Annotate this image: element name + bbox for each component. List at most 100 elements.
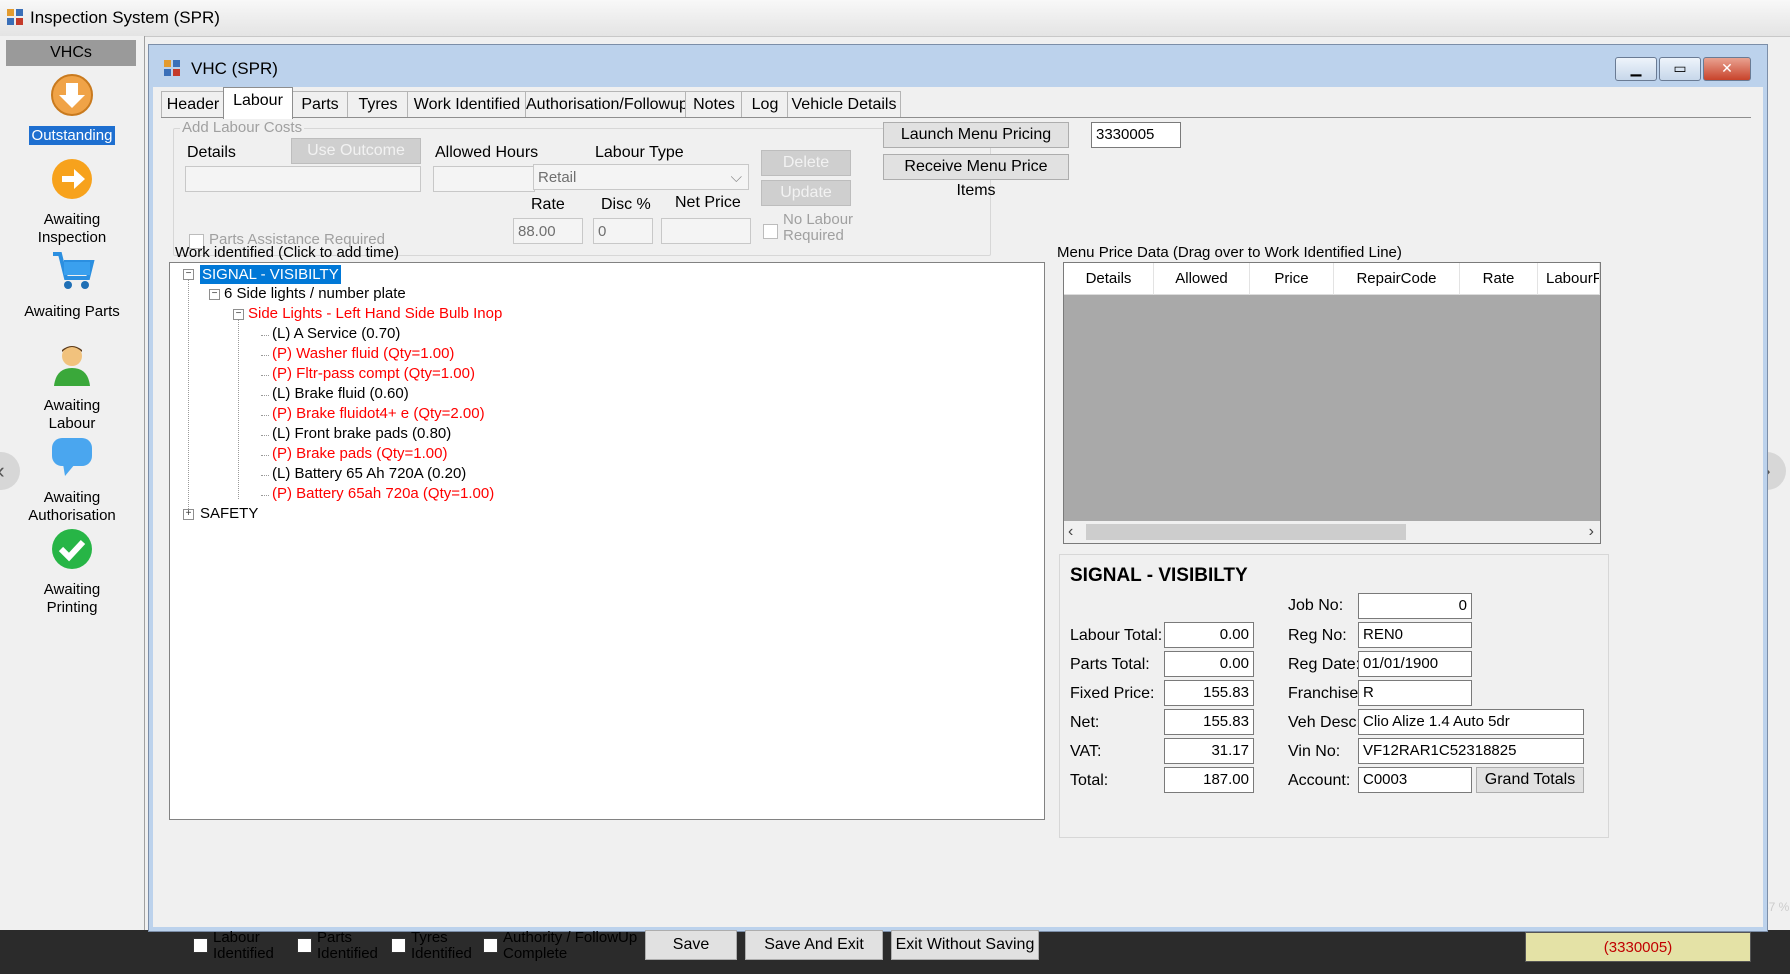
tree-line[interactable]: (L) Brake fluid (0.60): [272, 385, 409, 402]
scrollbar-thumb[interactable]: [1086, 524, 1406, 540]
green-check-icon: [52, 529, 92, 569]
tree-line[interactable]: (L) Battery 65 Ah 720A (0.20): [272, 465, 466, 482]
disc-field[interactable]: 0: [593, 218, 653, 244]
allowed-hours-field[interactable]: [433, 166, 535, 192]
sidebar-header[interactable]: VHCs: [6, 40, 136, 66]
update-button[interactable]: Update: [761, 180, 851, 206]
total-field[interactable]: 187.00: [1164, 767, 1254, 793]
receive-menu-price-items-button[interactable]: Receive Menu Price Items: [883, 154, 1069, 199]
labour-identified-checkbox[interactable]: [193, 938, 208, 953]
tab-vehicle-details[interactable]: Vehicle Details: [787, 91, 901, 118]
rate-label: Rate: [531, 196, 565, 213]
tree-line[interactable]: (L) Front brake pads (0.80): [272, 425, 451, 442]
scroll-right-icon[interactable]: ›: [1589, 521, 1594, 543]
net-field[interactable]: 155.83: [1164, 709, 1254, 735]
authority-complete-checkbox[interactable]: [483, 938, 498, 953]
launch-menu-pricing-button[interactable]: Launch Menu Pricing: [883, 122, 1069, 148]
column-header[interactable]: Details: [1064, 263, 1154, 295]
labour-type-select[interactable]: Retail ⌵: [533, 164, 749, 190]
tab-notes[interactable]: Notes: [685, 91, 743, 118]
tab-log[interactable]: Log: [741, 91, 789, 118]
tree-line[interactable]: (P) Brake fluidot4+ e (Qty=2.00): [272, 405, 485, 422]
collapse-icon[interactable]: −: [209, 289, 220, 300]
vin-no-field[interactable]: VF12RAR1C52318825: [1358, 738, 1584, 764]
reg-no-field[interactable]: REN0: [1358, 622, 1472, 648]
save-and-exit-button[interactable]: Save And Exit: [745, 930, 883, 960]
use-outcome-button[interactable]: Use Outcome: [291, 138, 421, 164]
exit-without-saving-button[interactable]: Exit Without Saving: [891, 930, 1039, 960]
job-no-label: Job No:: [1288, 597, 1344, 614]
sidebar-item-awaiting-parts[interactable]: Awaiting Parts: [0, 248, 144, 321]
tree-line[interactable]: (P) Fltr-pass compt (Qty=1.00): [272, 365, 475, 382]
tyres-identified-line-2: Identified: [411, 945, 472, 962]
save-button[interactable]: Save: [645, 930, 737, 960]
collapse-icon[interactable]: −: [183, 269, 194, 280]
job-no-field[interactable]: 0: [1358, 593, 1472, 619]
tree-line[interactable]: (P) Brake pads (Qty=1.00): [272, 445, 448, 462]
column-header[interactable]: LabourF: [1538, 263, 1600, 295]
work-identified-tree[interactable]: − SIGNAL - VISIBILTY − 6 Side lights / n…: [169, 262, 1045, 820]
tab-labour[interactable]: Labour: [223, 87, 293, 119]
tab-work-identified[interactable]: Work Identified: [407, 91, 527, 118]
net-price-field[interactable]: [661, 218, 751, 244]
vat-label: VAT:: [1070, 743, 1102, 760]
sidebar-item-awaiting-authorisation[interactable]: Awaiting Authorisation: [0, 434, 144, 525]
no-labour-required-checkbox[interactable]: [763, 224, 778, 239]
chevron-down-icon: ⌵: [730, 169, 742, 186]
expand-icon[interactable]: +: [183, 509, 194, 520]
parts-identified-checkbox[interactable]: [297, 938, 312, 953]
person-icon: [54, 346, 90, 386]
maximize-button[interactable]: ▭: [1659, 57, 1701, 81]
vhc-title-bar: VHC (SPR) ▁ ▭ ✕: [153, 49, 1763, 87]
net-price-label: Net Price: [675, 194, 741, 211]
tree-node-bulb-inop[interactable]: Side Lights - Left Hand Side Bulb Inop: [248, 305, 502, 322]
menu-price-grid[interactable]: Details Allowed Price RepairCode Rate La…: [1063, 262, 1601, 544]
column-header[interactable]: Rate: [1460, 263, 1538, 295]
rate-field[interactable]: 88.00: [513, 218, 583, 244]
column-header[interactable]: Price: [1250, 263, 1334, 295]
column-header[interactable]: RepairCode: [1334, 263, 1460, 295]
sidebar-item-awaiting-inspection[interactable]: Awaiting Inspection: [0, 156, 144, 247]
tree-root-signal-visibility[interactable]: SIGNAL - VISIBILTY: [200, 265, 341, 284]
tree-line[interactable]: (P) Washer fluid (Qty=1.00): [272, 345, 454, 362]
tree-node-side-lights[interactable]: 6 Side lights / number plate: [224, 285, 406, 302]
tree-line[interactable]: (L) A Service (0.70): [272, 325, 400, 342]
tab-authorisation-followup[interactable]: Authorisation/Followup: [525, 91, 688, 118]
horizontal-scrollbar[interactable]: ‹ ›: [1064, 521, 1600, 543]
collapse-icon[interactable]: −: [233, 309, 244, 320]
tyres-identified-checkbox[interactable]: [391, 938, 406, 953]
tyres-identified-label: Tyres Identified: [411, 930, 472, 962]
vat-field[interactable]: 31.17: [1164, 738, 1254, 764]
account-label: Account:: [1288, 772, 1351, 789]
reg-no-label: Reg No:: [1288, 627, 1347, 644]
labour-identified-line-1: Labour: [213, 929, 260, 946]
franchise-field[interactable]: R: [1358, 680, 1472, 706]
tree-root-safety[interactable]: SAFETY: [200, 505, 258, 522]
grand-totals-button[interactable]: Grand Totals: [1476, 767, 1584, 793]
delete-button[interactable]: Delete: [761, 150, 851, 176]
parts-total-field[interactable]: 0.00: [1164, 651, 1254, 677]
sidebar-item-awaiting-labour[interactable]: Awaiting Labour: [0, 342, 144, 433]
minimize-button[interactable]: ▁: [1615, 57, 1657, 81]
sidebar-item-awaiting-printing[interactable]: Awaiting Printing: [0, 526, 144, 617]
labour-total-field[interactable]: 0.00: [1164, 622, 1254, 648]
close-button[interactable]: ✕: [1703, 57, 1751, 81]
tree-line[interactable]: (P) Battery 65ah 720a (Qty=1.00): [272, 485, 494, 502]
tab-header[interactable]: Header: [161, 91, 225, 118]
tab-parts[interactable]: Parts: [291, 91, 349, 118]
reg-date-field[interactable]: 01/01/1900: [1358, 651, 1472, 677]
tab-tyres[interactable]: Tyres: [347, 91, 409, 118]
veh-desc-field[interactable]: Clio Alize 1.4 Auto 5dr: [1358, 709, 1584, 735]
group-label: Add Labour Costs: [180, 119, 305, 136]
no-labour-line-2: Required: [783, 227, 844, 244]
account-field[interactable]: C0003: [1358, 767, 1472, 793]
sidebar-item-label: Awaiting Authorisation: [28, 489, 116, 524]
scroll-left-icon[interactable]: ‹: [1068, 521, 1073, 543]
details-field[interactable]: [185, 166, 421, 192]
fixed-price-field[interactable]: 155.83: [1164, 680, 1254, 706]
sidebar: VHCs Outstanding Awaiting Inspection Awa…: [0, 36, 145, 930]
parts-identified-line-2: Identified: [317, 945, 378, 962]
menu-code-field[interactable]: 3330005: [1091, 122, 1181, 148]
sidebar-item-outstanding[interactable]: Outstanding: [0, 72, 144, 145]
column-header[interactable]: Allowed: [1154, 263, 1250, 295]
